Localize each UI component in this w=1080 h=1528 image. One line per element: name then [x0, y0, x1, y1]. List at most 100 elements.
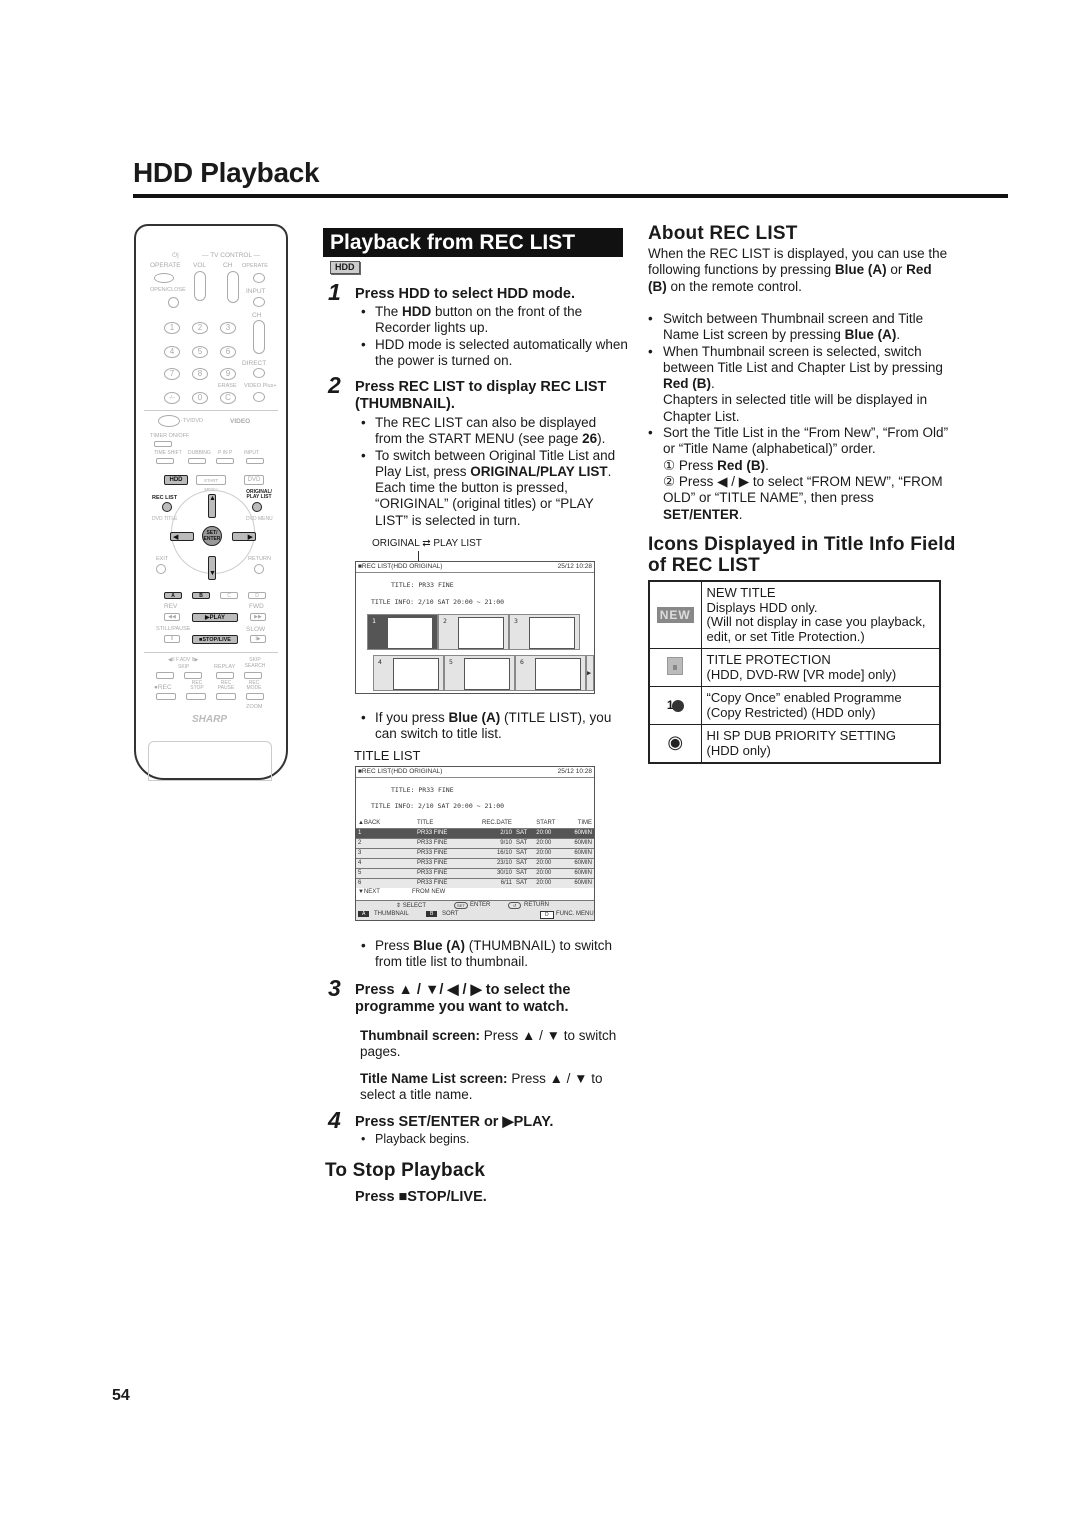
number-button-5: 5	[192, 346, 208, 358]
title-list-table: ▲BACK TITLE REC.DATE START TIME 1 PR33 FI…	[356, 818, 594, 888]
table-row[interactable]: 1 PR33 FINE 2/10 SAT 20:00 60MIN	[356, 827, 594, 838]
remote-label-timer: TIMER ON/OFF	[150, 433, 190, 439]
power-icon: ⏻|	[172, 252, 179, 259]
slow-button: I▶	[250, 635, 266, 643]
cell-day: SAT	[513, 867, 535, 878]
about-bullets: Switch between Thumbnail screen and Titl…	[640, 311, 950, 523]
cell-start: 20:00	[534, 857, 566, 868]
table-row: 1 “Copy Once” enabled Programme (Copy Re…	[648, 686, 941, 725]
remote-label-erase: ERASE	[218, 383, 237, 389]
icons-table-wrap: NEW NEW TITLE Displays HDD only. (Will n…	[648, 580, 941, 764]
remote-label-zoom: ZOOM	[246, 704, 263, 710]
tv-dvd-button	[158, 415, 180, 427]
table-row[interactable]: 4 PR33 FINE 23/10 SAT 20:00 60MIN	[356, 857, 594, 868]
remote-label-video-plus: VIDEO Plus+	[244, 383, 277, 389]
pinp-button	[216, 458, 234, 464]
play-button: ▶PLAY	[192, 613, 238, 622]
table-row[interactable]: 2 PR33 FINE 9/10 SAT 20:00 60MIN	[356, 837, 594, 848]
icons-table: NEW NEW TITLE Displays HDD only. (Will n…	[648, 580, 941, 764]
table-row: ◉ HI SP DUB PRIORITY SETTING (HDD only)	[648, 724, 941, 764]
cell-day: SAT	[513, 837, 535, 848]
sort-mode-label: FROM NEW	[412, 889, 446, 895]
time-shift-button	[156, 458, 174, 464]
cell-start: 20:00	[534, 827, 566, 838]
enter-hint: ENTER	[470, 902, 491, 908]
fwd-button: ▶▶	[250, 613, 266, 621]
cell-number: 3	[356, 847, 392, 858]
d-button: D	[248, 592, 266, 599]
right-arrow-button: ▶	[232, 532, 256, 541]
title-rule	[133, 194, 1008, 198]
set-enter-button: SET/ ENTER	[202, 526, 222, 546]
open-close-button	[168, 297, 179, 308]
remote-label-rec: ●REC	[154, 684, 172, 691]
bullet: The REC LIST can also be displayed from …	[353, 415, 625, 448]
bullet: Playback begins.	[353, 1132, 613, 1146]
col-time: TIME	[577, 819, 592, 826]
table-row[interactable]: 3 PR33 FINE 16/10 SAT 20:00 60MIN	[356, 847, 594, 858]
remote-label-open-close: OPEN/CLOSE	[150, 287, 186, 293]
thumbnail-cell: 2	[438, 614, 509, 650]
cell-day: SAT	[513, 857, 535, 868]
input-button	[246, 458, 264, 464]
bullet: Switch between Thumbnail screen and Titl…	[640, 311, 950, 344]
set-enter-icon: SET	[454, 902, 468, 909]
timer-button	[154, 441, 172, 447]
number-button-8: 8	[192, 368, 208, 380]
col-day	[514, 818, 534, 828]
dubbing-button	[188, 458, 206, 464]
cell-time: 60MIN	[565, 877, 594, 888]
c-button: C	[220, 592, 238, 599]
sort-hint: SORT	[442, 911, 459, 917]
step-number: 2	[328, 372, 341, 398]
icon-desc: (Copy Restricted) (HDD only)	[706, 704, 876, 720]
rec-stop-button	[186, 693, 206, 700]
return-hint: RETURN	[524, 902, 549, 908]
cell-start: 20:00	[534, 867, 566, 878]
remote-label-slow: SLOW	[246, 626, 266, 633]
red-b-button: B	[192, 592, 210, 599]
icon-title: HI SP DUB PRIORITY SETTING	[706, 728, 897, 743]
blue-a-button: A	[164, 592, 182, 599]
remote-label-still-pause: STILL/PAUSE	[156, 626, 191, 632]
hdd-button: HDD	[164, 475, 188, 485]
bullet: If you press Blue (A) (TITLE LIST), you …	[353, 710, 613, 743]
hi-sp-dub-icon: ◉	[667, 732, 684, 753]
remote-label-fadv: ◀II F.ADV II▶	[168, 657, 199, 663]
d-key-icon: D	[540, 911, 554, 919]
cell-start: 20:00	[534, 837, 566, 848]
text: to select HDD mode.	[429, 286, 575, 302]
stop-playback-instruction: Press ■STOP/LIVE.	[355, 1189, 487, 1205]
table-row[interactable]: 5 PR33 FINE 30/10 SAT 20:00 60MIN	[356, 867, 594, 878]
remote-label-vol: VOL	[193, 262, 207, 269]
title-list-screen: ■REC LIST(HDD ORIGINAL) 25/12 10:28 TITL…	[355, 766, 595, 921]
a-key-icon: A	[358, 911, 370, 917]
table-row[interactable]: 6 PR33 FINE 6/11 SAT 20:00 60MIN	[356, 877, 594, 888]
sub-step-2: ② Press ◀ / ▶ to select “FROM NEW”, “FRO…	[663, 473, 943, 522]
text: Press	[355, 286, 399, 302]
icons-heading: Icons Displayed in Title Info Field of R…	[648, 534, 956, 576]
remote-label-tv-control: — TV CONTROL —	[202, 252, 261, 259]
remote-label-fwd: FWD	[249, 603, 264, 610]
remote-label-operate-tv: OPERATE	[242, 263, 268, 269]
cell-title: PR33 FINE	[391, 877, 469, 888]
dvd-button: DVD	[244, 475, 264, 485]
brand-logo: SHARP	[192, 714, 228, 725]
col-back: ▲BACK	[358, 819, 381, 826]
cell-time: 60MIN	[565, 857, 594, 868]
title-list-screen-tip: Title Name List screen: Press ▲ / ▼ to s…	[360, 1071, 603, 1103]
b-key-icon: B	[426, 911, 438, 917]
cell-rec-date: 9/10	[468, 837, 514, 848]
remote-label-return: RETURN	[248, 556, 271, 562]
icon-title: NEW TITLE	[706, 585, 776, 600]
remote-label-skip: SKIP	[178, 664, 190, 670]
cell-rec-date: 2/10	[468, 827, 514, 838]
key-name: HDD	[398, 286, 430, 302]
title-list-table-wrap: ▲BACK TITLE REC.DATE START TIME 1 PR33 FI…	[356, 818, 594, 888]
step-heading: Press HDD to select HDD mode.	[355, 286, 635, 303]
about-rec-list-heading: About REC LIST	[648, 223, 798, 244]
stop-playback-heading: To Stop Playback	[325, 1160, 486, 1181]
number-button-9: 9	[220, 368, 236, 380]
remote-label-rec-pause: REC PAUSE	[217, 680, 235, 691]
table-row: NEW NEW TITLE Displays HDD only. (Will n…	[648, 580, 941, 649]
